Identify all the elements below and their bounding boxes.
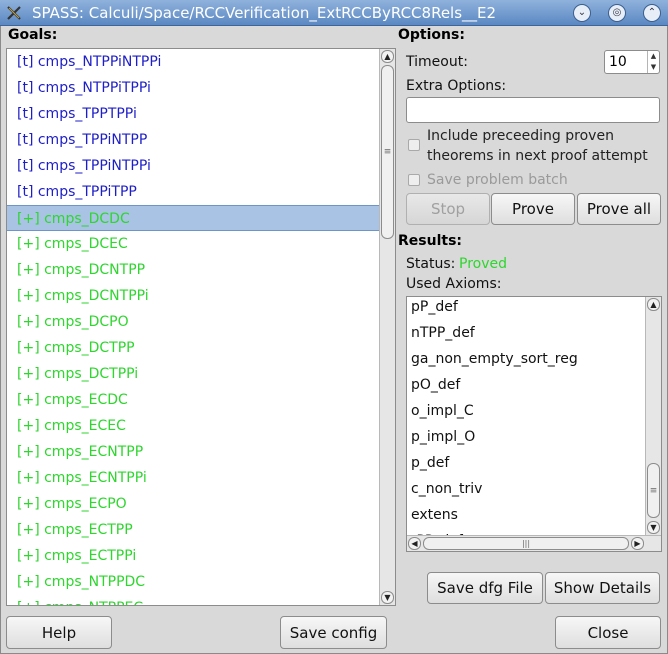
save-batch-label: Save problem batch xyxy=(427,172,568,188)
scroll-thumb[interactable]: ||| xyxy=(423,537,629,550)
include-proven-label-line1: Include preceeding proven xyxy=(427,128,614,144)
goal-item[interactable]: [t] cmps_TPPiTPP xyxy=(7,179,381,205)
goal-item[interactable]: [t] cmps_TPPiNTPPi xyxy=(7,153,381,179)
goal-item[interactable]: [t] cmps_TPPiNTPP xyxy=(7,127,381,153)
save-batch-checkbox[interactable] xyxy=(408,174,420,186)
goals-list[interactable]: [t] cmps_NTPPiNTPPi [t] cmps_NTPPiTPPi [t]… xyxy=(6,48,396,606)
title-bar[interactable]: SPASS: Calculi/Space/RCCVerification_Ext… xyxy=(0,0,668,26)
goal-item[interactable]: [+] cmps_NTPPEC xyxy=(7,595,381,605)
status-label: Status: xyxy=(406,256,456,272)
prove-button[interactable]: Prove xyxy=(491,193,575,225)
axiom-item[interactable]: pP_def xyxy=(407,297,645,320)
options-label: Options: xyxy=(398,27,465,43)
include-proven-label-line2: theorems in next proof attempt xyxy=(427,148,648,164)
include-proven-checkbox[interactable] xyxy=(408,139,420,151)
timeout-label: Timeout: xyxy=(406,54,468,70)
scroll-down-icon[interactable]: ▼ xyxy=(381,591,394,604)
results-label: Results: xyxy=(398,233,462,249)
stop-button[interactable]: Stop xyxy=(406,193,490,225)
prove-all-button[interactable]: Prove all xyxy=(577,193,661,225)
scroll-right-icon[interactable]: ▶ xyxy=(631,537,644,550)
goal-item[interactable]: [t] cmps_NTPPiTPPi xyxy=(7,75,381,101)
goal-item[interactable]: [t] cmps_TPPTPPi xyxy=(7,101,381,127)
goal-item[interactable]: [+] cmps_DCTPPi xyxy=(7,361,381,387)
axioms-items: pP_def nTPP_def ga_non_empty_sort_reg pO_de… xyxy=(407,297,645,551)
goal-item[interactable]: [+] cmps_DCNTPPi xyxy=(7,283,381,309)
scroll-left-icon[interactable]: ◀ xyxy=(408,537,421,550)
scroll-thumb[interactable]: ≡ xyxy=(381,65,394,239)
help-button[interactable]: Help xyxy=(6,616,112,649)
axioms-vscrollbar[interactable]: ▲ ≡ ▼ xyxy=(645,297,661,535)
goal-item[interactable]: [+] cmps_ECNTPP xyxy=(7,439,381,465)
goal-item[interactable]: [+] cmps_DCPO xyxy=(7,309,381,335)
goal-item[interactable]: [+] cmps_DCEC xyxy=(7,231,381,257)
axiom-item[interactable]: c_non_triv xyxy=(407,476,645,502)
axiom-item[interactable]: o_impl_C xyxy=(407,398,645,424)
goals-items: [t] cmps_NTPPiNTPPi [t] cmps_NTPPiTPPi [t]… xyxy=(7,49,381,605)
show-details-button[interactable]: Show Details xyxy=(545,572,660,604)
goal-item[interactable]: [+] cmps_ECEC xyxy=(7,413,381,439)
axiom-item[interactable]: pO_def xyxy=(407,372,645,398)
axiom-item[interactable]: nTPP_def xyxy=(407,320,645,346)
goal-item[interactable]: [+] cmps_ECTPPi xyxy=(7,543,381,569)
goal-item[interactable]: [+] cmps_DCTPP xyxy=(7,335,381,361)
extra-options-field[interactable] xyxy=(406,97,660,123)
app-icon xyxy=(7,6,21,20)
goals-label: Goals: xyxy=(8,27,58,43)
save-dfg-button[interactable]: Save dfg File xyxy=(427,572,543,604)
maximize-button[interactable]: ⌃ xyxy=(643,4,661,22)
goal-item[interactable]: [+] cmps_ECDC xyxy=(7,387,381,413)
shade-icon[interactable]: ◎ xyxy=(608,4,626,22)
close-button[interactable]: Close xyxy=(555,616,661,649)
axioms-hscrollbar[interactable]: ◀ ||| ▶ xyxy=(407,535,661,551)
timeout-value[interactable]: 10 xyxy=(609,54,627,70)
spin-arrows-icon[interactable]: ▲ ▼ xyxy=(647,51,659,73)
axiom-item[interactable]: p_def xyxy=(407,450,645,476)
goal-item[interactable]: [+] cmps_DCDC xyxy=(7,205,381,231)
used-axioms-label: Used Axioms: xyxy=(406,276,502,292)
status-value: Proved xyxy=(459,256,507,272)
goal-item[interactable]: [+] cmps_ECNTPPi xyxy=(7,465,381,491)
scroll-thumb[interactable]: ≡ xyxy=(647,463,660,518)
axiom-item[interactable]: extens xyxy=(407,502,645,528)
scroll-down-icon[interactable]: ▼ xyxy=(647,521,660,534)
scroll-up-icon[interactable]: ▲ xyxy=(381,50,394,63)
panel-splitter[interactable] xyxy=(398,48,402,606)
timeout-spinbox[interactable]: 10 ▲ ▼ xyxy=(604,50,660,74)
goal-item[interactable]: [+] cmps_NTPPDC xyxy=(7,569,381,595)
window-title: SPASS: Calculi/Space/RCCVerification_Ext… xyxy=(32,4,497,22)
goals-scrollbar[interactable]: ▲ ≡ ▼ xyxy=(379,49,395,605)
axiom-item[interactable]: p_impl_O xyxy=(407,424,645,450)
save-config-button[interactable]: Save config xyxy=(280,616,387,649)
goal-item[interactable]: [+] cmps_ECPO xyxy=(7,491,381,517)
minimize-button[interactable]: ⌄ xyxy=(573,4,591,22)
goal-item[interactable]: [t] cmps_NTPPiNTPPi xyxy=(7,49,381,75)
goal-item[interactable]: [+] cmps_DCNTPP xyxy=(7,257,381,283)
used-axioms-list[interactable]: pP_def nTPP_def ga_non_empty_sort_reg pO_de… xyxy=(406,296,662,552)
axiom-item[interactable]: ga_non_empty_sort_reg xyxy=(407,346,645,372)
extra-options-label: Extra Options: xyxy=(406,78,507,94)
scroll-up-icon[interactable]: ▲ xyxy=(647,298,660,311)
goal-item[interactable]: [+] cmps_ECTPP xyxy=(7,517,381,543)
